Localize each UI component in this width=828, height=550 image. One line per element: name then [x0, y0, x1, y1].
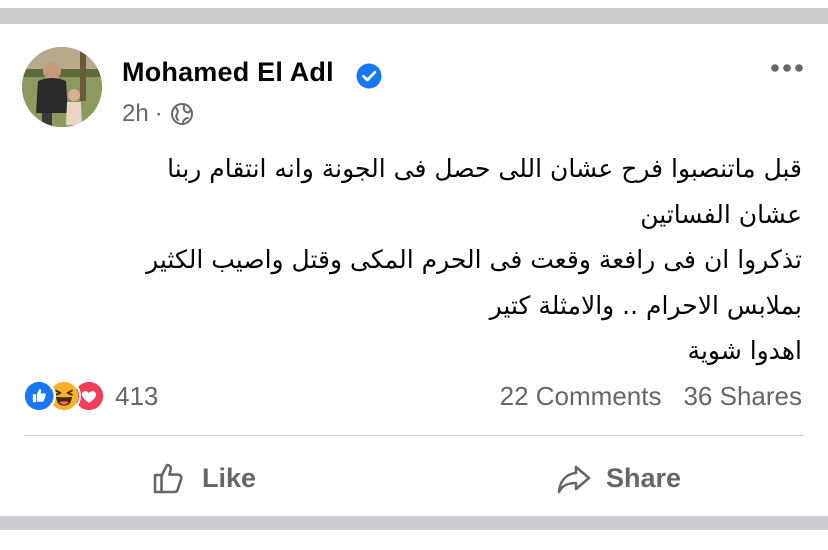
feed-separator-top [0, 8, 828, 24]
like-button[interactable]: Like [150, 452, 256, 504]
share-arrow-icon [557, 465, 591, 494]
meta-separator: · [154, 100, 163, 127]
share-button[interactable]: Share [554, 452, 681, 504]
post-body-line: بملابس الاحرام .. والامثلة كتير [489, 290, 802, 320]
comments-count-link[interactable]: 22 Comments [500, 381, 662, 412]
like-reaction-icon [22, 379, 56, 413]
post-stats: 22 Comments 36 Shares [500, 381, 802, 412]
post-body: قبل ماتنصبوا فرح عشان اللى حصل فى الجونة… [42, 146, 802, 374]
post-body-line: قبل ماتنصبوا فرح عشان اللى حصل فى الجونة… [167, 154, 802, 183]
globe-icon[interactable] [170, 102, 194, 126]
avatar[interactable] [22, 47, 102, 127]
feed-separator-bottom [0, 516, 828, 530]
post-timestamp[interactable]: 2h [122, 100, 149, 128]
actions-divider [24, 435, 804, 436]
thumbs-up-icon [153, 463, 183, 494]
more-options-icon[interactable] [770, 62, 804, 74]
reactions-summary[interactable]: 413 [22, 379, 158, 413]
verified-badge-icon [356, 63, 382, 89]
post-body-line: تذكروا ان فى رافعة وقعت فى الحرم المكى و… [146, 245, 802, 275]
author-name[interactable]: Mohamed El Adl [122, 57, 334, 88]
post-body-line: عشان الفساتين [640, 199, 802, 229]
like-button-label: Like [202, 462, 257, 493]
shares-count-link[interactable]: 36 Shares [683, 381, 802, 412]
reaction-count[interactable]: 413 [115, 381, 158, 412]
post-body-line: اهدوا شوية [687, 336, 802, 366]
post-meta: 2h · [122, 100, 194, 128]
share-button-label: Share [606, 462, 682, 493]
